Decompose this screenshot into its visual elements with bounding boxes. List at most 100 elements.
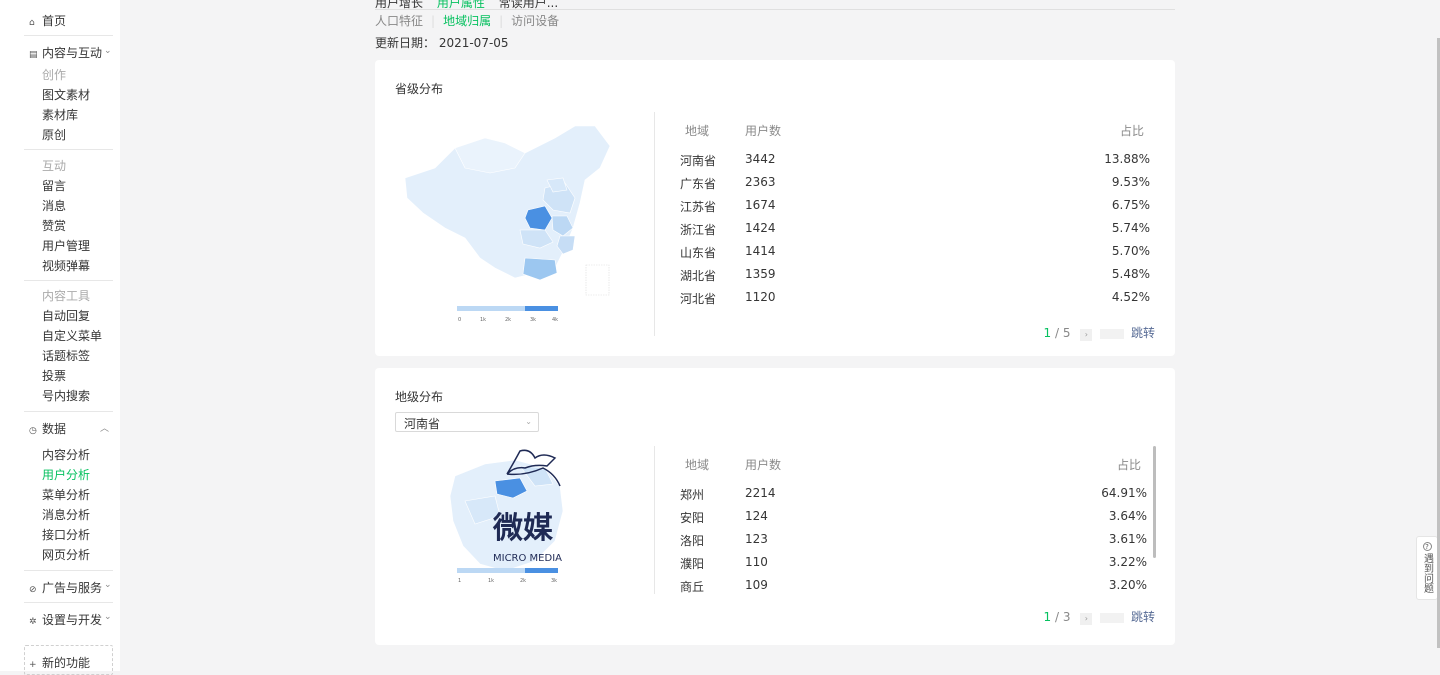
province-select[interactable]: 河南省 ⌄: [395, 412, 539, 432]
chevron-down-icon[interactable]: ⌄: [104, 580, 112, 590]
separator: |: [431, 14, 436, 28]
sidebar-item-graphic-material[interactable]: 图文素材: [42, 86, 90, 103]
page-total: / 3: [1055, 610, 1071, 624]
separator: |: [499, 14, 504, 28]
column-header-share: 占比: [1119, 124, 1144, 138]
sidebar-item-vote[interactable]: 投票: [42, 367, 66, 384]
help-button[interactable]: ? 遇到问题: [1416, 536, 1438, 600]
subtab-devices[interactable]: 访问设备: [511, 12, 559, 29]
nav-ads-services[interactable]: ⊘ 广告与服务: [29, 579, 102, 596]
clock-icon: ◷: [29, 426, 37, 436]
divider: [24, 570, 113, 571]
table-row: 浙江省 1424 5.74%: [680, 221, 1150, 237]
sidebar: ⌂ 首页 ▤ 内容与互动 ⌄ 创作 图文素材 素材库 原创 互动 留言 消息 赞赏 …: [0, 0, 120, 675]
svg-text:3k: 3k: [530, 317, 536, 323]
nav-new-features[interactable]: + 新的功能: [29, 654, 90, 671]
sidebar-item-api-analysis[interactable]: 接口分析: [42, 526, 90, 543]
sidebar-item-material-library[interactable]: 素材库: [42, 106, 78, 123]
divider: [24, 411, 113, 412]
table-row: 郑州 2214 64.91%: [680, 486, 1147, 502]
sidebar-item-search[interactable]: 号内搜索: [42, 387, 90, 404]
china-map[interactable]: 0 1k 2k 3k 4k: [395, 118, 645, 328]
svg-text:MICRO MEDIA: MICRO MEDIA: [493, 553, 562, 564]
card-title: 省级分布: [395, 82, 444, 96]
subtab-region[interactable]: 地域归属: [443, 12, 491, 29]
column-header-users: 用户数: [745, 458, 782, 472]
table-row: 安阳 124 3.64%: [680, 509, 1147, 525]
secondary-tabs: 人口特征 | 地域归属 | 访问设备: [375, 12, 559, 29]
svg-text:2k: 2k: [520, 578, 526, 584]
divider: [24, 35, 113, 36]
column-header-region: 地域: [685, 124, 710, 138]
chevron-up-icon[interactable]: ︿: [100, 421, 109, 434]
table-row: 濮阳 110 3.22%: [680, 555, 1147, 571]
svg-text:0: 0: [458, 317, 461, 323]
table-row: 洛阳 123 3.61%: [680, 532, 1147, 548]
page-jump-input[interactable]: [1100, 612, 1125, 623]
sidebar-item-video-danmaku[interactable]: 视频弹幕: [42, 257, 90, 274]
nav-home[interactable]: ⌂ 首页: [29, 12, 66, 29]
chevron-down-icon[interactable]: ⌄: [104, 612, 112, 622]
section-label-tools: 内容工具: [42, 289, 91, 303]
jump-button[interactable]: 跳转: [1131, 610, 1155, 624]
china-map-svg: 0 1k 2k 3k 4k: [404, 125, 611, 323]
sidebar-item-menu-analysis[interactable]: 菜单分析: [42, 486, 90, 503]
table-row: 山东省 1414 5.70%: [680, 244, 1150, 260]
column-header-users: 用户数: [745, 124, 782, 138]
sidebar-item-user-analysis[interactable]: 用户分析: [42, 466, 90, 483]
sidebar-item-user-management[interactable]: 用户管理: [42, 237, 90, 254]
sidebar-item-rewards[interactable]: 赞赏: [42, 217, 66, 234]
sidebar-item-auto-reply[interactable]: 自动回复: [42, 307, 90, 324]
divider: [24, 149, 113, 150]
page-current: 1: [1043, 326, 1052, 340]
next-page-icon[interactable]: ›: [1080, 329, 1093, 341]
sidebar-item-content-analysis[interactable]: 内容分析: [42, 446, 90, 463]
table-row: 河北省 1120 4.52%: [680, 290, 1150, 306]
compass-icon: ⊘: [29, 585, 37, 595]
chevron-up-icon[interactable]: ⌄: [104, 46, 112, 56]
nav-content-interact[interactable]: ▤ 内容与互动: [29, 44, 102, 61]
page-jump-input[interactable]: [1100, 328, 1125, 339]
watermark-logo: 微媒: [492, 511, 554, 546]
divider: [24, 280, 113, 281]
table-row: 商丘 109 3.20%: [680, 578, 1147, 594]
henan-map[interactable]: 微媒 MICRO MEDIA 1 1k 2k 3k: [395, 446, 645, 591]
svg-text:2k: 2k: [505, 317, 511, 323]
help-label: 遇到问题: [1421, 553, 1433, 593]
svg-text:1k: 1k: [480, 317, 486, 323]
next-page-icon[interactable]: ›: [1080, 613, 1093, 625]
sidebar-item-custom-menu[interactable]: 自定义菜单: [42, 327, 102, 344]
card-title: 地级分布: [395, 390, 444, 404]
sidebar-item-topic-tags[interactable]: 话题标签: [42, 347, 90, 364]
province-distribution-card: 省级分布 0 1k 2k 3k 4k 地域 用户数 占比 河南省 3442 13…: [375, 60, 1175, 356]
svg-text:4k: 4k: [552, 317, 558, 323]
update-date: 更新日期： 2021-07-05: [375, 36, 509, 50]
city-distribution-card: 地级分布 河南省 ⌄ 微媒 MICRO MEDIA 1 1k 2k 3k 地域 …: [375, 368, 1175, 645]
nav-data[interactable]: ◷ 数据: [29, 420, 66, 437]
tab-divider: [375, 9, 1175, 10]
section-label-interact: 互动: [42, 159, 67, 173]
page-current: 1: [1043, 610, 1052, 624]
gear-icon: ✲: [29, 617, 37, 627]
sidebar-item-web-analysis[interactable]: 网页分析: [42, 546, 90, 563]
svg-text:1k: 1k: [488, 578, 494, 584]
jump-button[interactable]: 跳转: [1131, 326, 1155, 340]
sidebar-item-comments[interactable]: 留言: [42, 177, 66, 194]
city-table: 地域 用户数 占比 郑州 2214 64.91% 安阳 124 3.64% 洛阳 123 3…: [680, 456, 1155, 596]
table-row: 河南省 3442 13.88%: [680, 152, 1150, 168]
sidebar-item-messages[interactable]: 消息: [42, 197, 66, 214]
divider-vertical: [654, 446, 655, 594]
chevron-down-icon: ⌄: [525, 417, 532, 426]
column-header-region: 地域: [685, 458, 710, 472]
table-row: 江苏省 1674 6.75%: [680, 198, 1150, 214]
nav-settings-dev[interactable]: ✲ 设置与开发: [29, 611, 102, 628]
sidebar-item-original[interactable]: 原创: [42, 126, 66, 143]
sidebar-item-message-analysis[interactable]: 消息分析: [42, 506, 90, 523]
table-row: 湖北省 1359 5.48%: [680, 267, 1150, 283]
subtab-demographics[interactable]: 人口特征: [375, 12, 423, 29]
province-table: 地域 用户数 占比 河南省 3442 13.88% 广东省 2363 9.53% 江苏省…: [680, 122, 1155, 306]
question-icon: ?: [1422, 542, 1432, 551]
home-icon: ⌂: [29, 18, 35, 28]
henan-map-svg: 微媒 MICRO MEDIA 1 1k 2k 3k: [449, 449, 564, 584]
section-label-create: 创作: [42, 68, 67, 82]
